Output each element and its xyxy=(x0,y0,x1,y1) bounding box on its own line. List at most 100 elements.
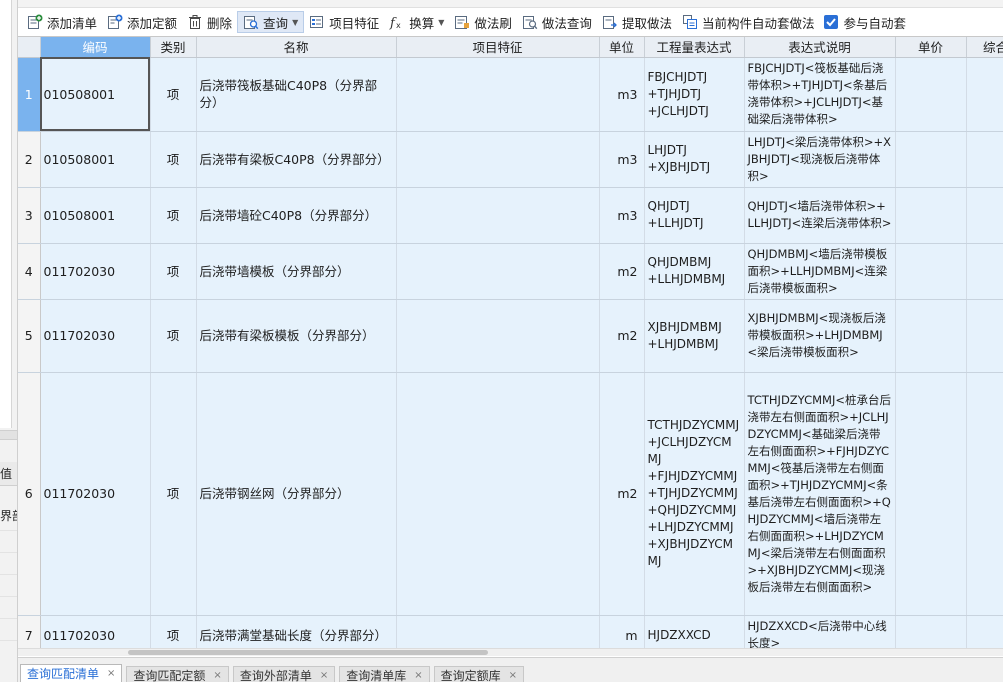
cell-category[interactable]: 项 xyxy=(150,615,197,648)
cell-category[interactable]: 项 xyxy=(150,243,197,300)
cell-category[interactable]: 项 xyxy=(150,299,197,373)
cell-name[interactable]: 后浇带满堂基础长度（分界部分） xyxy=(196,615,397,648)
cell-composite[interactable] xyxy=(966,187,1003,244)
convert-button[interactable]: fx 换算 ▼ xyxy=(384,11,449,33)
cell-code[interactable]: 010508001 xyxy=(40,131,151,188)
cell-unit[interactable]: m3 xyxy=(599,187,645,244)
horizontal-scrollbar[interactable] xyxy=(18,648,1003,656)
auto-apply-toggle[interactable]: 参与自动套 xyxy=(819,11,911,33)
cell-price[interactable] xyxy=(895,372,967,616)
cell-price[interactable] xyxy=(895,243,967,300)
row-number[interactable]: 1 xyxy=(18,57,41,132)
cell-feature[interactable] xyxy=(396,131,600,188)
cell-composite[interactable] xyxy=(966,299,1003,373)
cell-unit[interactable]: m3 xyxy=(599,57,645,132)
delete-button[interactable]: 删除 xyxy=(182,11,237,33)
cell-expression-desc[interactable]: TCTHJDZYCMMJ<桩承台后浇带左右侧面面积>+JCLHJDZYCMMJ<… xyxy=(744,372,896,616)
cell-composite[interactable] xyxy=(966,615,1003,648)
cell-composite[interactable] xyxy=(966,57,1003,132)
table-row[interactable]: 7 011702030 项 后浇带满堂基础长度（分界部分） m HJDZXXCD… xyxy=(18,615,1003,648)
convert-dropdown-caret-icon[interactable]: ▼ xyxy=(438,18,444,27)
left-panel-splitter[interactable] xyxy=(0,430,17,440)
add-list-button[interactable]: 添加清单 xyxy=(22,11,102,33)
column-header-feature[interactable]: 项目特征 xyxy=(396,37,600,58)
cell-expression[interactable]: XJBHJDMBMJ +LHJDMBMJ xyxy=(644,299,745,373)
cell-price[interactable] xyxy=(895,615,967,648)
column-header-category[interactable]: 类别 xyxy=(150,37,197,58)
cell-expression-desc[interactable]: XJBHJDMBMJ<现浇板后浇带模板面积>+LHJDMBMJ<梁后浇带模板面积… xyxy=(744,299,896,373)
table-row[interactable]: 4 011702030 项 后浇带墙模板（分界部分） m2 QHJDMBMJ +L… xyxy=(18,243,1003,300)
cell-expression[interactable]: TCTHJDZYCMMJ +JCLHJDZYCMMJ +FJHJDZYCMMJ +TJ… xyxy=(644,372,745,616)
cell-code[interactable]: 010508001 xyxy=(40,187,151,244)
row-number[interactable]: 2 xyxy=(18,131,41,188)
cell-expression-desc[interactable]: LHJDTJ<梁后浇带体积>+XJBHJDTJ<现浇板后浇带体积> xyxy=(744,131,896,188)
cell-expression[interactable]: LHJDTJ +XJBHJDTJ xyxy=(644,131,745,188)
column-header-price[interactable]: 单价 xyxy=(895,37,967,58)
add-quota-button[interactable]: 添加定额 xyxy=(102,11,182,33)
cell-expression[interactable]: QHJDTJ +LLHJDTJ xyxy=(644,187,745,244)
close-icon[interactable]: × xyxy=(509,667,517,682)
cell-expression-desc[interactable]: QHJDTJ<墙后浇带体积>+LLHJDTJ<连梁后浇带体积> xyxy=(744,187,896,244)
cell-price[interactable] xyxy=(895,131,967,188)
horizontal-scrollbar-thumb[interactable] xyxy=(128,650,488,655)
query-button[interactable]: 查询 ▼ xyxy=(237,11,305,33)
cell-composite[interactable] xyxy=(966,243,1003,300)
column-header-code[interactable]: 编码 xyxy=(40,37,151,58)
cell-category[interactable]: 项 xyxy=(150,57,197,132)
extract-method-button[interactable]: 提取做法 xyxy=(597,11,677,33)
row-number[interactable]: 4 xyxy=(18,243,41,300)
cell-code[interactable]: 010508001 xyxy=(40,57,151,132)
cell-name[interactable]: 后浇带钢丝网（分界部分） xyxy=(196,372,397,616)
cell-unit[interactable]: m3 xyxy=(599,131,645,188)
auto-apply-button[interactable]: 当前构件自动套做法 xyxy=(677,11,820,33)
cell-feature[interactable] xyxy=(396,187,600,244)
cell-expression[interactable]: FBJCHJDTJ +TJHJDTJ +JCLHJDTJ xyxy=(644,57,745,132)
table-row[interactable]: 6 011702030 项 后浇带钢丝网（分界部分） m2 TCTHJDZYCM… xyxy=(18,372,1003,616)
cell-unit[interactable]: m xyxy=(599,615,645,648)
tab-external-list[interactable]: 查询外部清单 × xyxy=(232,666,336,682)
cell-price[interactable] xyxy=(895,299,967,373)
cell-feature[interactable] xyxy=(396,615,600,648)
cell-name[interactable]: 后浇带墙砼C40P8（分界部分） xyxy=(196,187,397,244)
cell-unit[interactable]: m2 xyxy=(599,243,645,300)
cell-expression-desc[interactable]: QHJDMBMJ<墙后浇带模板面积>+LLHJDMBMJ<连梁后浇带模板面积> xyxy=(744,243,896,300)
close-icon[interactable]: × xyxy=(414,667,422,682)
tab-match-quota[interactable]: 查询匹配定额 × xyxy=(126,666,229,682)
cell-category[interactable]: 项 xyxy=(150,187,197,244)
table-row[interactable]: 2 010508001 项 后浇带有梁板C40P8（分界部分） m3 LHJDT… xyxy=(18,131,1003,188)
cell-code[interactable]: 011702030 xyxy=(40,615,151,648)
row-number[interactable]: 5 xyxy=(18,299,41,373)
cell-name[interactable]: 后浇带有梁板C40P8（分界部分） xyxy=(196,131,397,188)
cell-expression-desc[interactable]: HJDZXXCD<后浇带中心线长度> xyxy=(744,615,896,648)
row-number[interactable]: 6 xyxy=(18,372,41,616)
column-header-unit[interactable]: 单位 xyxy=(599,37,645,58)
cell-expression-desc[interactable]: FBJCHJDTJ<筏板基础后浇带体积>+TJHJDTJ<条基后浇带体积>+JC… xyxy=(744,57,896,132)
cell-name[interactable]: 后浇带墙模板（分界部分） xyxy=(196,243,397,300)
cell-feature[interactable] xyxy=(396,299,600,373)
cell-expression[interactable]: QHJDMBMJ +LLHJDMBMJ xyxy=(644,243,745,300)
cell-unit[interactable]: m2 xyxy=(599,372,645,616)
cell-code[interactable]: 011702030 xyxy=(40,243,151,300)
close-icon[interactable]: × xyxy=(213,667,221,682)
cell-feature[interactable] xyxy=(396,243,600,300)
cell-feature[interactable] xyxy=(396,372,600,616)
row-number[interactable]: 7 xyxy=(18,615,41,648)
row-number[interactable]: 3 xyxy=(18,187,41,244)
cell-code[interactable]: 011702030 xyxy=(40,372,151,616)
query-dropdown-caret-icon[interactable]: ▼ xyxy=(292,18,298,27)
method-query-button[interactable]: 做法查询 xyxy=(517,11,597,33)
column-header-composite[interactable]: 综合 xyxy=(966,37,1003,58)
cell-unit[interactable]: m2 xyxy=(599,299,645,373)
table-row[interactable]: 5 011702030 项 后浇带有梁板模板（分界部分） m2 XJBHJDMB… xyxy=(18,299,1003,373)
item-feature-button[interactable]: 项目特征 xyxy=(304,11,384,33)
table-row[interactable]: 1 010508001 项 后浇带筏板基础C40P8（分界部分） m3 FBJC… xyxy=(18,57,1003,132)
cell-expression[interactable]: HJDZXXCD xyxy=(644,615,745,648)
tab-list-library[interactable]: 查询清单库 × xyxy=(339,666,430,682)
tab-quota-library[interactable]: 查询定额库 × xyxy=(433,666,525,682)
cell-category[interactable]: 项 xyxy=(150,372,197,616)
cell-code[interactable]: 011702030 xyxy=(40,299,151,373)
cell-price[interactable] xyxy=(895,187,967,244)
cell-feature[interactable] xyxy=(396,57,600,132)
method-brush-button[interactable]: 做法刷 xyxy=(449,11,517,33)
cell-name[interactable]: 后浇带有梁板模板（分界部分） xyxy=(196,299,397,373)
